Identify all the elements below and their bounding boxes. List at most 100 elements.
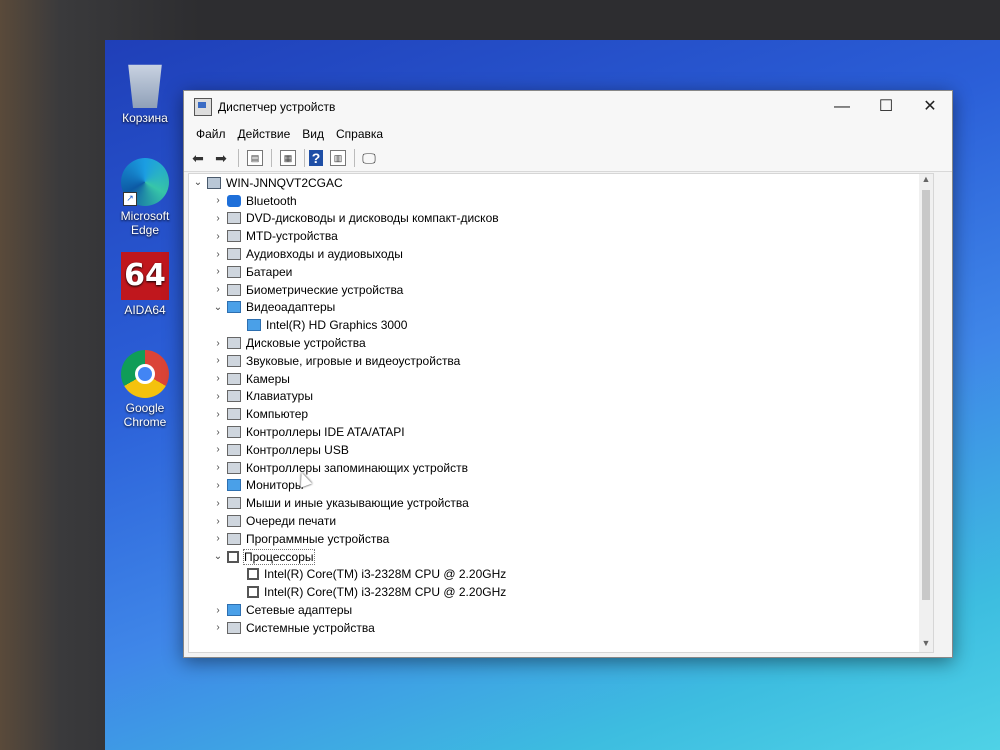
view-icon[interactable]: ▥	[330, 150, 346, 166]
help-icon[interactable]: ?	[309, 150, 323, 166]
desktop: Корзина ↗ Microsoft Edge 64 AIDA64 Googl…	[105, 40, 1000, 750]
minimize-button[interactable]: —	[820, 91, 864, 123]
collapsed-arrow-icon[interactable]: ›	[211, 391, 225, 402]
collapsed-arrow-icon[interactable]: ›	[211, 338, 225, 349]
monitor-icon	[227, 479, 241, 492]
collapsed-arrow-icon[interactable]: ›	[211, 355, 225, 366]
tree-category[interactable]: › Дисковые устройства	[189, 334, 933, 352]
tree-category[interactable]: › Очереди печати	[189, 512, 933, 530]
camera-icon	[227, 372, 241, 385]
menu-action[interactable]: Действие	[232, 127, 297, 141]
tree-category[interactable]: › Мыши и иные указывающие устройства	[189, 494, 933, 512]
system-icon	[227, 621, 241, 634]
collapsed-arrow-icon[interactable]: ›	[211, 605, 225, 616]
tree-category[interactable]: › Камеры	[189, 370, 933, 388]
scroll-down-icon[interactable]: ▼	[919, 638, 933, 652]
tree-item-label: Системные устройства	[246, 620, 375, 635]
tree-item-label: Intel(R) Core(TM) i3-2328M CPU @ 2.20GHz	[264, 567, 507, 582]
maximize-button[interactable]: ☐	[864, 91, 908, 123]
tree-device[interactable]: Intel(R) Core(TM) i3-2328M CPU @ 2.20GHz	[189, 566, 933, 584]
menu-file[interactable]: Файл	[190, 127, 232, 141]
tree-item-label: Биометрические устройства	[246, 282, 404, 297]
recycle-bin-icon	[128, 64, 162, 108]
computer-icon	[227, 408, 241, 421]
tree-item-label: Аудиовходы и аудиовыходы	[246, 247, 403, 262]
battery-icon	[227, 265, 241, 278]
collapsed-arrow-icon[interactable]: ›	[211, 409, 225, 420]
bluetooth-icon	[227, 194, 241, 207]
tree-item-label: Очереди печати	[246, 514, 337, 529]
collapsed-arrow-icon[interactable]: ›	[211, 249, 225, 260]
tree-category[interactable]: › DVD-дисководы и дисководы компакт-диско…	[189, 210, 933, 228]
expanded-arrow-icon[interactable]: ⌄	[211, 302, 225, 313]
menu-help[interactable]: Справка	[330, 127, 389, 141]
forward-icon[interactable]: ➡	[211, 148, 231, 168]
tree-category[interactable]: ⌄ Процессоры	[189, 548, 933, 566]
close-button[interactable]: ✕	[908, 91, 952, 123]
menu-view[interactable]: Вид	[296, 127, 330, 141]
collapsed-arrow-icon[interactable]: ›	[211, 213, 225, 224]
collapsed-arrow-icon[interactable]: ›	[211, 195, 225, 206]
tree-category[interactable]: › Клавиатуры	[189, 388, 933, 406]
display-adapter-icon	[227, 301, 241, 314]
tree-category[interactable]: › Компьютер	[189, 405, 933, 423]
collapsed-arrow-icon[interactable]: ›	[211, 480, 225, 491]
collapsed-arrow-icon[interactable]: ›	[211, 231, 225, 242]
tree-item-label: Процессоры	[243, 548, 315, 565]
collapsed-arrow-icon[interactable]: ›	[211, 516, 225, 527]
tree-category[interactable]: ⌄ Видеоадаптеры	[189, 299, 933, 317]
tree-item-label: Сетевые адаптеры	[246, 603, 353, 618]
properties-icon[interactable]: ▤	[247, 150, 263, 166]
collapsed-arrow-icon[interactable]: ›	[211, 462, 225, 473]
toolbar: ⬅ ➡ ▤ ▦ ? ▥ 🖵	[184, 145, 952, 172]
title-bar: Диспетчер устройств — ☐ ✕	[184, 91, 952, 123]
menu-bar: Файл Действие Вид Справка	[184, 123, 952, 145]
desktop-icon-chrome[interactable]: Google Chrome	[105, 350, 185, 429]
tree-item-label: WIN-JNNQVT2CGAC	[226, 175, 343, 190]
collapsed-arrow-icon[interactable]: ›	[211, 533, 225, 544]
tree-item-label: Клавиатуры	[246, 389, 313, 404]
tree-root[interactable]: ⌄ WIN-JNNQVT2CGAC	[189, 174, 933, 192]
vertical-scrollbar[interactable]: ▲ ▼	[919, 174, 933, 652]
tree-device[interactable]: Intel(R) Core(TM) i3-2328M CPU @ 2.20GHz	[189, 583, 933, 601]
desktop-icon-edge[interactable]: ↗ Microsoft Edge	[105, 158, 185, 237]
scrollbar-thumb[interactable]	[922, 190, 930, 600]
desktop-icon-recycle-bin[interactable]: Корзина	[105, 60, 185, 125]
tree-category[interactable]: › Bluetooth	[189, 192, 933, 210]
collapsed-arrow-icon[interactable]: ›	[211, 622, 225, 633]
mtd-icon	[227, 230, 241, 243]
tree-item-label: Контроллеры IDE ATA/ATAPI	[246, 425, 405, 440]
device-tree-list: ⌄ WIN-JNNQVT2CGAC › Bluetooth › DVD-дисководы…	[189, 174, 933, 637]
tree-category[interactable]: › Сетевые адаптеры	[189, 601, 933, 619]
collapsed-arrow-icon[interactable]: ›	[211, 498, 225, 509]
expanded-arrow-icon[interactable]: ⌄	[191, 177, 205, 188]
collapsed-arrow-icon[interactable]: ›	[211, 373, 225, 384]
tree-category[interactable]: › Программные устройства	[189, 530, 933, 548]
tree-item-label: Звуковые, игровые и видеоустройства	[246, 353, 461, 368]
disk-icon	[227, 337, 241, 350]
back-icon[interactable]: ⬅	[188, 148, 208, 168]
collapsed-arrow-icon[interactable]: ›	[211, 427, 225, 438]
toolbar-separator	[238, 149, 239, 167]
update-driver-icon[interactable]: ▦	[280, 150, 296, 166]
display-adapter-icon	[247, 319, 261, 332]
tree-category[interactable]: › Аудиовходы и аудиовыходы	[189, 245, 933, 263]
collapsed-arrow-icon[interactable]: ›	[211, 266, 225, 277]
toolbar-separator	[271, 149, 272, 167]
device-tree: ⌄ WIN-JNNQVT2CGAC › Bluetooth › DVD-дисководы…	[188, 173, 934, 653]
tree-category[interactable]: › Батареи	[189, 263, 933, 281]
tree-category[interactable]: › Биометрические устройства	[189, 281, 933, 299]
tree-device[interactable]: Intel(R) HD Graphics 3000	[189, 316, 933, 334]
tree-category[interactable]: › MTD-устройства	[189, 227, 933, 245]
desktop-icon-aida64[interactable]: 64 AIDA64	[105, 252, 185, 317]
monitor-icon[interactable]: 🖵	[359, 148, 379, 168]
collapsed-arrow-icon[interactable]: ›	[211, 444, 225, 455]
collapsed-arrow-icon[interactable]: ›	[211, 284, 225, 295]
tree-category[interactable]: › Звуковые, игровые и видеоустройства	[189, 352, 933, 370]
tree-category[interactable]: › Контроллеры IDE ATA/ATAPI	[189, 423, 933, 441]
expanded-arrow-icon[interactable]: ⌄	[211, 551, 225, 562]
scroll-up-icon[interactable]: ▲	[919, 174, 933, 188]
desktop-icon-label: Google Chrome	[123, 401, 167, 429]
tree-category[interactable]: › Системные устройства	[189, 619, 933, 637]
tree-category[interactable]: › Контроллеры USB	[189, 441, 933, 459]
